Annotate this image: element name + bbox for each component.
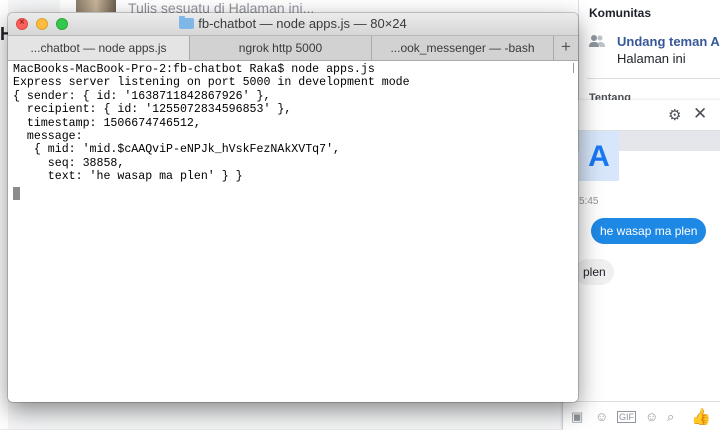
tab-bash[interactable]: ...ook_messenger — -bash <box>372 36 554 60</box>
title-bar[interactable]: × fb-chatbot — node apps.js — 80×24 <box>8 13 578 36</box>
tab-bar: ...chatbot — node apps.js ngrok http 500… <box>8 36 578 61</box>
incoming-message-bubble: plen <box>575 259 614 285</box>
close-icon[interactable]: ✕ <box>693 104 707 124</box>
emoji-icon[interactable]: ☺ <box>645 409 658 424</box>
invite-friends-link[interactable]: Undang teman An <box>617 34 720 49</box>
people-icon <box>589 35 605 47</box>
message-timestamp: 5:45 <box>579 196 599 207</box>
section-divider <box>587 78 720 79</box>
scroll-indicator[interactable] <box>573 63 576 73</box>
chat-header[interactable]: ⚙ ✕ <box>563 100 720 131</box>
terminal-line: Express server listening on port 5000 in… <box>13 76 410 90</box>
tab-ngrok[interactable]: ngrok http 5000 <box>190 36 372 60</box>
like-icon[interactable]: 👍 <box>691 407 711 427</box>
window-title-text: fb-chatbot — node apps.js — 80×24 <box>198 16 407 31</box>
terminal-line: seq: 38858, <box>13 156 125 170</box>
gif-icon[interactable]: GIF <box>617 411 636 423</box>
terminal-output: MacBooks-MacBook-Pro-2:fb-chatbot Raka$ … <box>13 63 410 184</box>
photo-icon[interactable]: ▣ <box>571 409 583 425</box>
terminal-line: MacBooks-MacBook-Pro-2:fb-chatbot Raka$ … <box>13 63 375 76</box>
folder-icon <box>179 16 195 29</box>
page-logo: A <box>579 131 619 181</box>
terminal-cursor <box>13 187 20 200</box>
outgoing-message-bubble: he wasap ma plen <box>591 218 707 244</box>
terminal-line: recipient: { id: '1255072834596853' }, <box>13 103 292 117</box>
terminal-window: × fb-chatbot — node apps.js — 80×24 ...c… <box>8 13 578 402</box>
left-panel-strip <box>0 0 8 429</box>
new-tab-button[interactable]: + <box>554 36 578 60</box>
terminal-line: { sender: { id: '1638711842867926' }, <box>13 89 271 103</box>
terminal-line: text: 'he wasap ma plen' } } <box>13 170 243 184</box>
terminal-line: message: <box>13 130 83 144</box>
sticker-icon[interactable]: ☺ <box>595 409 608 424</box>
attachment-icon[interactable]: ⌕ <box>667 409 674 425</box>
profile-photo <box>76 0 116 12</box>
invite-friends-subtext: Halaman ini <box>617 51 686 66</box>
tab-node-apps[interactable]: ...chatbot — node apps.js <box>8 36 190 60</box>
chat-composer-toolbar: ▣ ☺ GIF ☺ ⌕ 👍 <box>563 401 720 430</box>
community-title: Komunitas <box>589 6 652 20</box>
messenger-chat-popup: ⚙ ✕ A 5:45 he wasap ma plen plen ▣ ☺ GIF… <box>562 100 720 430</box>
gear-icon[interactable]: ⚙ <box>668 106 681 124</box>
window-title: fb-chatbot — node apps.js — 80×24 <box>8 16 578 31</box>
terminal-output-area[interactable]: MacBooks-MacBook-Pro-2:fb-chatbot Raka$ … <box>8 61 578 402</box>
terminal-line: timestamp: 1506674746512, <box>13 116 201 130</box>
terminal-line: { mid: 'mid.$cAAQviP-eNPJk_hVskFezNAkXVT… <box>13 143 340 157</box>
